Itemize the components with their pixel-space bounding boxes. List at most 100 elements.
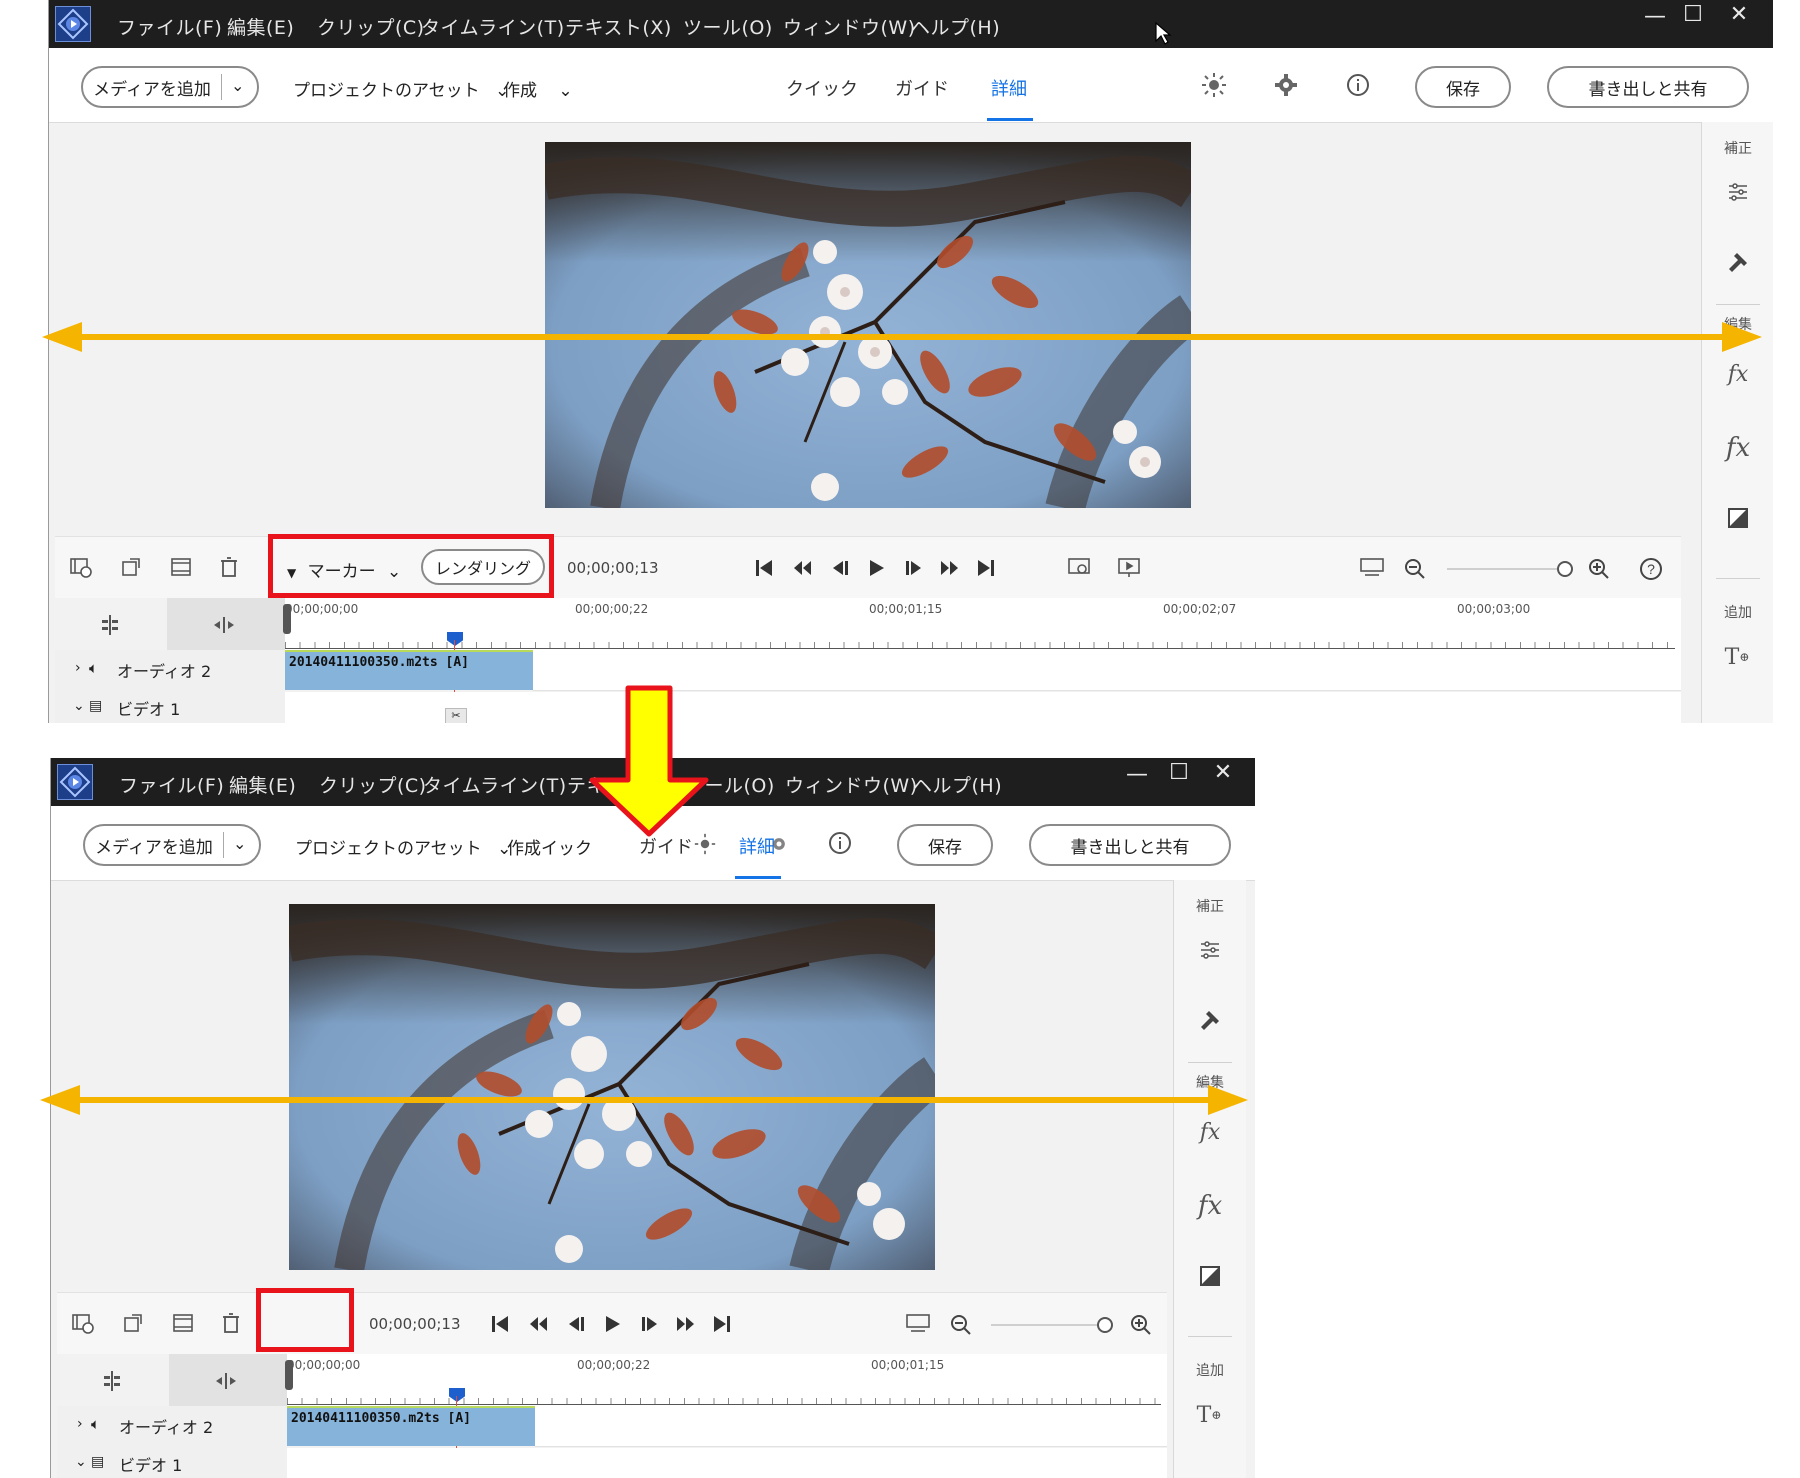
- zoom-out-icon[interactable]: [1401, 555, 1429, 583]
- project-assets-menu[interactable]: プロジェクトのアセット ⌄: [293, 76, 509, 101]
- help-icon[interactable]: ?: [1637, 555, 1665, 583]
- menu-file[interactable]: ファイル(F): [119, 771, 224, 798]
- step-back-icon[interactable]: [563, 1311, 589, 1337]
- film-icon[interactable]: [169, 1309, 197, 1337]
- menu-text[interactable]: テキスト(X): [565, 13, 672, 40]
- fx-icon[interactable]: fx: [1718, 430, 1758, 466]
- fast-forward-icon[interactable]: [673, 1311, 699, 1337]
- audio-clip[interactable]: 20140411100350.m2ts [A]: [287, 1406, 535, 1446]
- fx-icon[interactable]: fx: [1190, 1188, 1230, 1224]
- zoom-slider-handle[interactable]: [1557, 561, 1573, 577]
- menu-edit[interactable]: 編集(E): [227, 13, 294, 40]
- go-to-end-icon[interactable]: [709, 1311, 735, 1337]
- gear-icon[interactable]: [1271, 70, 1301, 100]
- zoom-slider-track[interactable]: [991, 1324, 1101, 1326]
- close-button[interactable]: ✕: [1719, 2, 1759, 27]
- export-share-button[interactable]: 書き出しと共有: [1029, 824, 1231, 866]
- text-add-icon[interactable]: T ⊕: [1720, 640, 1754, 674]
- text-add-icon[interactable]: T ⊕: [1192, 1398, 1226, 1432]
- menu-tools[interactable]: ツール(O): [685, 771, 775, 798]
- adjust-sliders-icon[interactable]: [1722, 176, 1754, 208]
- media-icon[interactable]: [67, 553, 95, 581]
- chevron-down-icon[interactable]: ⌄: [233, 834, 246, 853]
- media-icon[interactable]: [69, 1309, 97, 1337]
- gear-icon[interactable]: [767, 832, 791, 856]
- audio-clip[interactable]: 20140411100350.m2ts [A]: [285, 650, 533, 690]
- menu-help[interactable]: ヘルプ(H): [911, 13, 1000, 40]
- menu-window[interactable]: ウィンドウ(W): [783, 13, 916, 40]
- scissors-icon[interactable]: ✂: [445, 708, 467, 723]
- go-to-start-icon[interactable]: [487, 1311, 513, 1337]
- close-button[interactable]: ✕: [1203, 760, 1243, 785]
- zoom-slider-track[interactable]: [1447, 568, 1557, 570]
- chevron-down-icon[interactable]: ⌄: [231, 76, 244, 95]
- adjust-sliders-icon[interactable]: [1194, 934, 1226, 966]
- menu-help[interactable]: ヘルプ(H): [913, 771, 1002, 798]
- rewind-icon[interactable]: [525, 1311, 551, 1337]
- speaker-icon[interactable]: 🔈︎: [91, 1415, 100, 1433]
- step-forward-icon[interactable]: [637, 1311, 663, 1337]
- split-track-icon[interactable]: [95, 610, 125, 640]
- zoom-in-icon[interactable]: [1585, 555, 1613, 583]
- rewind-icon[interactable]: [789, 555, 815, 581]
- menu-clip[interactable]: クリップ(C): [317, 13, 425, 40]
- timeline-fit-icon[interactable]: [903, 1311, 933, 1337]
- menu-timeline[interactable]: タイムライン(T): [423, 771, 567, 798]
- maximize-button[interactable]: ☐: [1673, 2, 1713, 27]
- play-icon[interactable]: [863, 555, 889, 581]
- color-icon[interactable]: [1196, 1262, 1224, 1290]
- menu-clip[interactable]: クリップ(C): [319, 771, 427, 798]
- expand-track-icon[interactable]: ›: [77, 1416, 83, 1432]
- add-media-button[interactable]: メディアを追加 ⌄: [83, 824, 261, 866]
- expand-track-icon[interactable]: ›: [75, 660, 81, 676]
- split-track-icon[interactable]: [97, 1366, 127, 1396]
- tab-quick[interactable]: クイック: [786, 75, 858, 101]
- menu-text[interactable]: テキ: [567, 771, 606, 798]
- work-area-start-handle[interactable]: [285, 1360, 293, 1390]
- fx-edit-icon[interactable]: fx: [1190, 1116, 1230, 1148]
- fx-edit-icon[interactable]: fx: [1718, 358, 1758, 390]
- play-icon[interactable]: [599, 1311, 625, 1337]
- info-icon[interactable]: [1343, 70, 1373, 100]
- create-menu-overlapped[interactable]: 作成イック: [507, 834, 592, 859]
- zoom-in-icon[interactable]: [1127, 1311, 1155, 1339]
- create-menu[interactable]: 作成 ⌄: [503, 76, 573, 101]
- expand-icon[interactable]: [119, 1309, 147, 1337]
- go-to-start-icon[interactable]: [751, 555, 777, 581]
- speaker-icon[interactable]: 🔈︎: [89, 659, 98, 677]
- trash-icon[interactable]: [217, 1309, 245, 1337]
- collapse-track-icon[interactable]: ⌄: [75, 1454, 87, 1470]
- brightness-icon[interactable]: [691, 830, 719, 858]
- maximize-button[interactable]: ☐: [1159, 760, 1199, 785]
- menu-file[interactable]: ファイル(F): [117, 13, 222, 40]
- preview-monitor-icon[interactable]: [1065, 555, 1093, 581]
- audio-mix-icon[interactable]: [209, 610, 239, 640]
- menu-timeline[interactable]: タイムライン(T): [421, 13, 565, 40]
- trash-icon[interactable]: [215, 553, 243, 581]
- film-icon[interactable]: [167, 553, 195, 581]
- menu-tools[interactable]: ツール(O): [683, 13, 773, 40]
- tab-guided[interactable]: ガイド: [639, 833, 693, 859]
- tab-guided[interactable]: ガイド: [895, 75, 949, 101]
- info-icon[interactable]: [825, 828, 855, 858]
- step-back-icon[interactable]: [827, 555, 853, 581]
- tools-icon[interactable]: [1722, 246, 1754, 278]
- brightness-icon[interactable]: [1199, 70, 1229, 100]
- add-media-button[interactable]: メディアを追加 ⌄: [81, 66, 259, 108]
- export-share-button[interactable]: 書き出しと共有: [1547, 66, 1749, 108]
- menu-window[interactable]: ウィンドウ(W): [785, 771, 918, 798]
- color-icon[interactable]: [1724, 504, 1752, 532]
- audio-mix-icon[interactable]: [211, 1366, 241, 1396]
- zoom-slider-handle[interactable]: [1097, 1317, 1113, 1333]
- minimize-button[interactable]: —: [1637, 4, 1673, 29]
- save-button[interactable]: 保存: [897, 824, 993, 866]
- expand-icon[interactable]: [117, 553, 145, 581]
- zoom-out-icon[interactable]: [947, 1311, 975, 1339]
- minimize-button[interactable]: —: [1119, 762, 1155, 787]
- project-assets-menu[interactable]: プロジェクトのアセット ⌄: [295, 834, 511, 859]
- fast-forward-icon[interactable]: [937, 555, 963, 581]
- tab-expert[interactable]: 詳細: [991, 75, 1027, 101]
- timeline-fit-icon[interactable]: [1357, 555, 1387, 581]
- work-area-start-handle[interactable]: [283, 604, 291, 634]
- fullscreen-monitor-icon[interactable]: [1115, 555, 1143, 581]
